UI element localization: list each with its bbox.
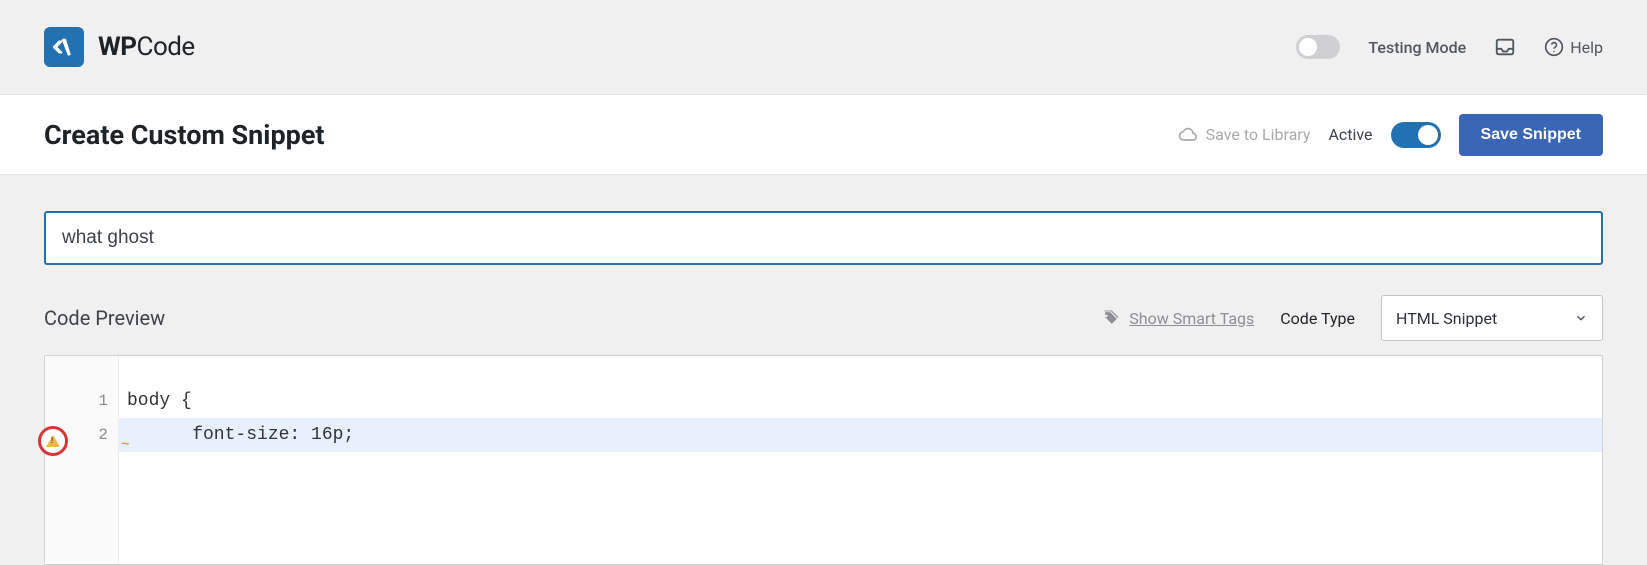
- code-line: body {: [119, 384, 1602, 418]
- change-marker-icon: ~: [121, 428, 129, 462]
- help-icon: [1544, 37, 1564, 57]
- warning-icon[interactable]: [38, 426, 68, 456]
- code-type-value: HTML Snippet: [1396, 309, 1497, 328]
- active-label: Active: [1328, 125, 1372, 144]
- page-title: Create Custom Snippet: [44, 119, 325, 151]
- topbar-right: Testing Mode Help: [1296, 35, 1603, 59]
- gutter: 1 2: [45, 356, 119, 564]
- logo[interactable]: WPCode: [44, 27, 195, 67]
- code-editor[interactable]: 1 2 body { ~ font-size: 16p;: [44, 355, 1603, 565]
- titlebar-actions: Save to Library Active Save Snippet: [1178, 114, 1603, 156]
- content: Code Preview Show Smart Tags Code Type H…: [0, 175, 1647, 565]
- inbox-icon[interactable]: [1494, 36, 1516, 58]
- logo-mark-icon: [44, 27, 84, 67]
- active-toggle[interactable]: [1391, 122, 1441, 148]
- line-number: 1: [45, 384, 118, 418]
- logo-text: WPCode: [98, 32, 195, 62]
- save-to-library-label: Save to Library: [1206, 125, 1311, 144]
- code-line: ~ font-size: 16p;: [119, 418, 1602, 452]
- show-smart-tags-link[interactable]: Show Smart Tags: [1101, 308, 1254, 328]
- snippet-title-input[interactable]: [44, 211, 1603, 265]
- code-area[interactable]: body { ~ font-size: 16p;: [119, 356, 1602, 564]
- preview-header: Code Preview Show Smart Tags Code Type H…: [44, 295, 1603, 341]
- titlebar: Create Custom Snippet Save to Library Ac…: [0, 95, 1647, 175]
- preview-controls: Show Smart Tags Code Type HTML Snippet: [1101, 295, 1603, 341]
- code-type-select[interactable]: HTML Snippet: [1381, 295, 1603, 341]
- topbar: WPCode Testing Mode Help: [0, 0, 1647, 95]
- cloud-icon: [1178, 125, 1198, 145]
- testing-mode-toggle[interactable]: [1296, 35, 1340, 59]
- chevron-down-icon: [1574, 311, 1588, 325]
- help-label: Help: [1570, 38, 1603, 57]
- tags-icon: [1101, 308, 1121, 328]
- code-preview-label: Code Preview: [44, 306, 165, 330]
- save-to-library-link[interactable]: Save to Library: [1178, 125, 1311, 145]
- testing-mode-label: Testing Mode: [1368, 38, 1466, 57]
- save-snippet-button[interactable]: Save Snippet: [1459, 114, 1603, 156]
- smart-tags-label: Show Smart Tags: [1129, 309, 1254, 328]
- code-type-label: Code Type: [1280, 309, 1355, 328]
- help-link[interactable]: Help: [1544, 37, 1603, 57]
